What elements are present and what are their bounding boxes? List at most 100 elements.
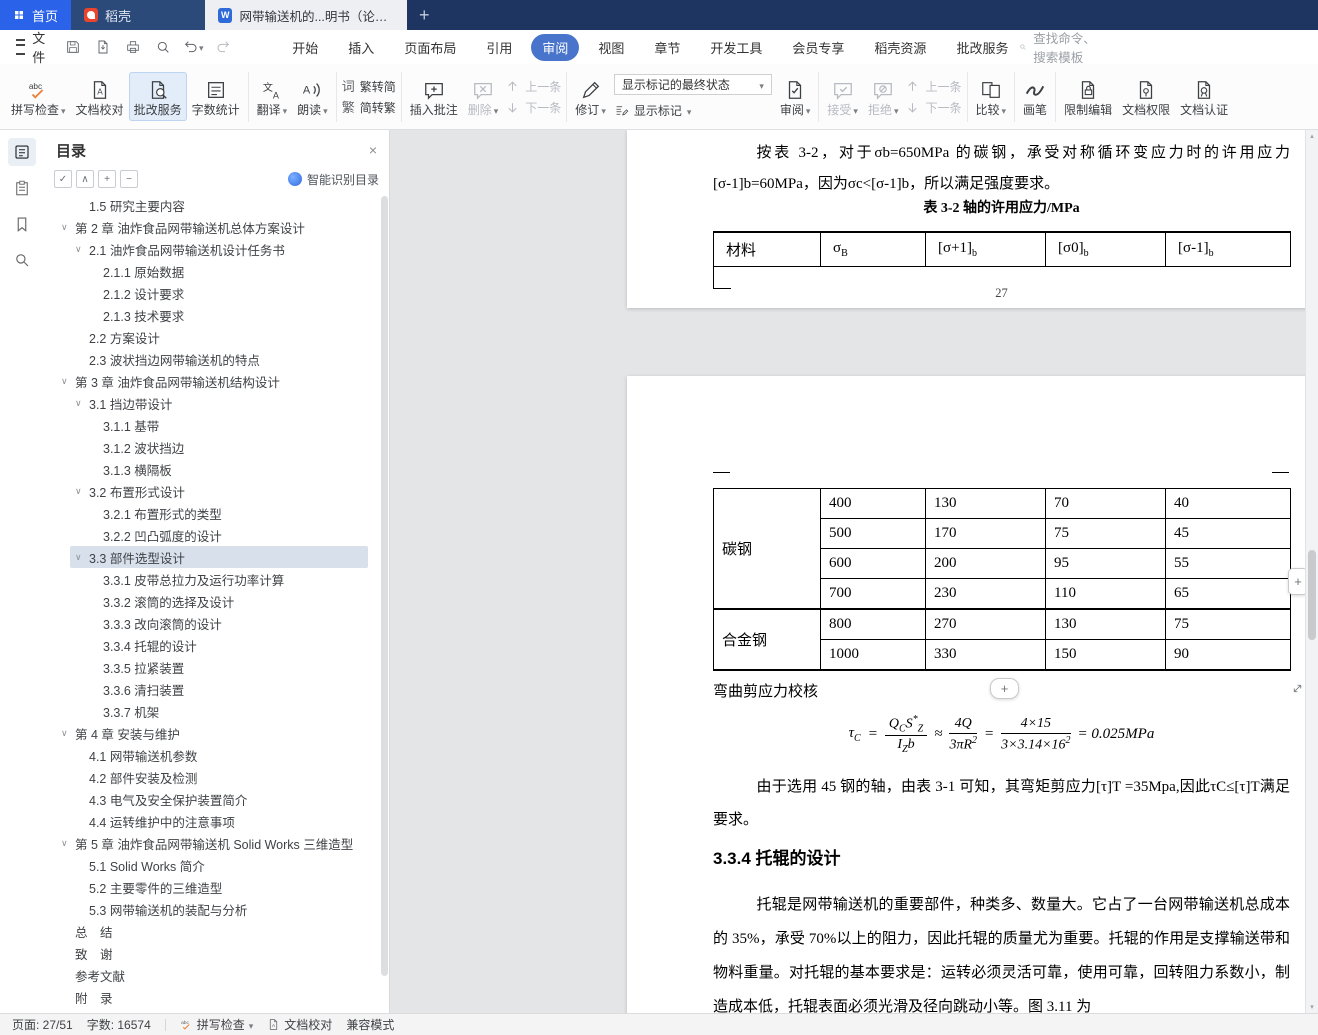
scroll-up-arrow-icon[interactable] xyxy=(1306,130,1318,142)
toc-item[interactable]: 3.3.1 皮带总拉力及运行功率计算 xyxy=(44,568,380,590)
track-changes-button[interactable]: 修订 xyxy=(570,72,611,122)
correction-service-button[interactable]: 批改服务 xyxy=(128,71,187,121)
insert-comment-button[interactable]: 插入批注 xyxy=(405,72,463,121)
next-change-button[interactable]: 下一条 xyxy=(905,99,962,116)
stress-table[interactable]: 碳钢 400 130 70 40 500 170 75 45 600 200 95 55 700 230 11… xyxy=(713,488,1291,671)
document-tab[interactable]: W 网带输送机的...明书（论文） xyxy=(205,0,408,30)
redo-button[interactable] xyxy=(211,36,235,58)
toc-item[interactable]: 5.3 网带输送机的装配与分析 xyxy=(44,898,380,920)
toc-collapse-arrow-icon[interactable]: ∨ xyxy=(61,376,75,387)
toc-select-button[interactable]: ✓ xyxy=(54,170,72,188)
markup-state-dropdown[interactable]: 显示标记的最终状态 xyxy=(613,74,772,95)
toc-item[interactable]: ∨ 第 2 章 油炸食品网带输送机总体方案设计 xyxy=(44,216,380,238)
toc-item[interactable]: 3.1.2 波状挡边 xyxy=(44,436,380,458)
toc-item[interactable]: 1.5 研究主要内容 xyxy=(44,194,380,216)
menu-item[interactable]: 审阅 xyxy=(531,33,580,61)
toc-item[interactable]: 3.1.1 基带 xyxy=(44,414,380,436)
read-aloud-button[interactable]: 朗读 xyxy=(292,72,333,122)
spell-check-button[interactable]: 拼写检查 xyxy=(6,72,71,122)
toc-scrollbar[interactable] xyxy=(381,194,388,1007)
task-pane-button[interactable] xyxy=(8,174,36,202)
toc-item[interactable]: 3.3.6 清扫装置 xyxy=(44,678,380,700)
reject-change-button[interactable]: 拒绝 xyxy=(863,72,904,122)
toc-item[interactable]: 2.1.1 原始数据 xyxy=(44,260,380,282)
trad-to-simp-button[interactable]: 词 繁转简 xyxy=(342,78,396,95)
menu-item[interactable]: 引用 xyxy=(475,34,523,61)
word-count-indicator[interactable]: 字数: 16574 xyxy=(87,1016,151,1033)
save-button[interactable] xyxy=(61,36,85,58)
toc-item[interactable]: 3.3.3 改向滚筒的设计 xyxy=(44,612,380,634)
toc-scrollbar-thumb[interactable] xyxy=(381,196,388,977)
simp-to-trad-button[interactable]: 繁 简转繁 xyxy=(342,99,396,116)
toc-collapse-arrow-icon[interactable]: ∨ xyxy=(75,552,89,563)
menu-item[interactable]: 开发工具 xyxy=(699,34,773,61)
toc-item[interactable]: 3.2.1 布置形式的类型 xyxy=(44,502,380,524)
toc-item[interactable]: ∨ 2.1 油炸食品网带输送机设计任务书 xyxy=(44,238,380,260)
ink-button[interactable]: 画笔 xyxy=(1018,72,1052,121)
prev-change-button[interactable]: 上一条 xyxy=(905,78,962,95)
toc-item[interactable]: 4.3 电气及安全保护装置简介 xyxy=(44,788,380,810)
toc-item[interactable]: 5.1 Solid Works 简介 xyxy=(44,854,380,876)
toc-item[interactable]: ∨ 3.2 布置形式设计 xyxy=(44,480,380,502)
toc-item[interactable]: 5.2 主要零件的三维造型 xyxy=(44,876,380,898)
toc-item[interactable]: ∨ 第 5 章 油炸食品网带输送机 Solid Works 三维造型 xyxy=(44,832,380,854)
spell-check-toggle[interactable]: 拼写检查 xyxy=(180,1016,254,1033)
word-count-button[interactable]: 字数统计 xyxy=(187,72,245,121)
accept-change-button[interactable]: 接受 xyxy=(822,72,863,122)
toc-item[interactable]: ∨ 第 3 章 油炸食品网带输送机结构设计 xyxy=(44,370,380,392)
toc-collapse-arrow-icon[interactable]: ∨ xyxy=(61,728,75,739)
doc-proof-toggle[interactable]: 文档校对 xyxy=(267,1016,332,1033)
toc-collapse-arrow-icon[interactable]: ∨ xyxy=(61,838,75,849)
toc-collapse-arrow-icon[interactable]: ∨ xyxy=(75,398,89,409)
doc-permission-button[interactable]: 文档权限 xyxy=(1117,72,1175,121)
new-tab-button[interactable]: + xyxy=(407,0,442,30)
toc-item[interactable]: 4.1 网带输送机参数 xyxy=(44,744,380,766)
toc-item[interactable]: 2.1.3 技术要求 xyxy=(44,304,380,326)
smart-recognize-toc-button[interactable]: 智能识别目录 xyxy=(287,171,379,188)
toc-item[interactable]: 2.3 波状挡边网带输送机的特点 xyxy=(44,348,380,370)
toc-item[interactable]: 3.3.2 滚筒的选择及设计 xyxy=(44,590,380,612)
doc-certify-button[interactable]: 文档认证 xyxy=(1175,72,1233,121)
toc-collapse-arrow-icon[interactable]: ∨ xyxy=(75,244,89,255)
toc-item[interactable]: ∨ 3.3 部件选型设计 xyxy=(44,546,380,568)
toc-item[interactable]: 3.1.3 横隔板 xyxy=(44,458,380,480)
document-scrollbar[interactable] xyxy=(1305,130,1318,1013)
toc-collapse-arrow-icon[interactable]: ∨ xyxy=(75,486,89,497)
toc-item[interactable]: 4.2 部件安装及检测 xyxy=(44,766,380,788)
find-pane-button[interactable] xyxy=(8,246,36,274)
toc-item[interactable]: ∨ 3.1 挡边带设计 xyxy=(44,392,380,414)
toc-collapse-button[interactable]: ∧ xyxy=(76,170,94,188)
hamburger-menu-icon[interactable] xyxy=(16,39,26,55)
toc-item[interactable]: 2.2 方案设计 xyxy=(44,326,380,348)
toc-item[interactable]: 总 结 xyxy=(44,920,380,942)
print-preview-button[interactable] xyxy=(151,36,175,58)
toc-item[interactable]: 附 录 xyxy=(44,986,380,1008)
menu-item[interactable]: 页面布局 xyxy=(393,34,467,61)
translate-button[interactable]: 翻译 xyxy=(252,72,293,122)
document-page-27[interactable]: 按表 3-2，对于σb=650MPa 的碳钢，承受对称循环变应力时的许用应力[σ… xyxy=(627,130,1318,308)
home-tab[interactable]: 首页 xyxy=(0,0,72,30)
next-comment-button[interactable]: 下一条 xyxy=(505,99,561,116)
toc-item[interactable]: 3.3.5 拉紧装置 xyxy=(44,656,380,678)
document-scrollbar-thumb[interactable] xyxy=(1308,550,1316,640)
toc-reduce-button[interactable]: − xyxy=(120,170,138,188)
toc-item[interactable]: 3.3.4 托辊的设计 xyxy=(44,634,380,656)
delete-comment-button[interactable]: 删除 xyxy=(463,72,504,122)
menu-item[interactable]: 视图 xyxy=(587,34,635,61)
menu-item[interactable]: 开始 xyxy=(281,34,329,61)
table-resize-handle-icon[interactable] xyxy=(1289,680,1306,697)
document-page-28[interactable]: 碳钢 400 130 70 40 500 170 75 45 600 200 95 55 700 230 11… xyxy=(627,376,1318,1013)
toc-close-icon[interactable] xyxy=(369,142,377,158)
toc-item[interactable]: 2.1.2 设计要求 xyxy=(44,282,380,304)
doc-proof-button[interactable]: 文档校对 xyxy=(71,72,129,121)
docer-tab[interactable]: 稻壳 xyxy=(71,0,206,30)
scroll-down-arrow-icon[interactable] xyxy=(1306,1001,1318,1013)
compat-mode-indicator[interactable]: 兼容模式 xyxy=(346,1016,394,1033)
bookmark-pane-button[interactable] xyxy=(8,210,36,238)
print-button[interactable] xyxy=(121,36,145,58)
export-button[interactable] xyxy=(91,36,115,58)
show-markup-button[interactable]: 显示标记 xyxy=(614,102,772,119)
toc-panel-button[interactable] xyxy=(8,138,36,166)
toc-collapse-arrow-icon[interactable]: ∨ xyxy=(61,222,75,233)
toc-item[interactable]: 3.2.2 凹凸弧度的设计 xyxy=(44,524,380,546)
